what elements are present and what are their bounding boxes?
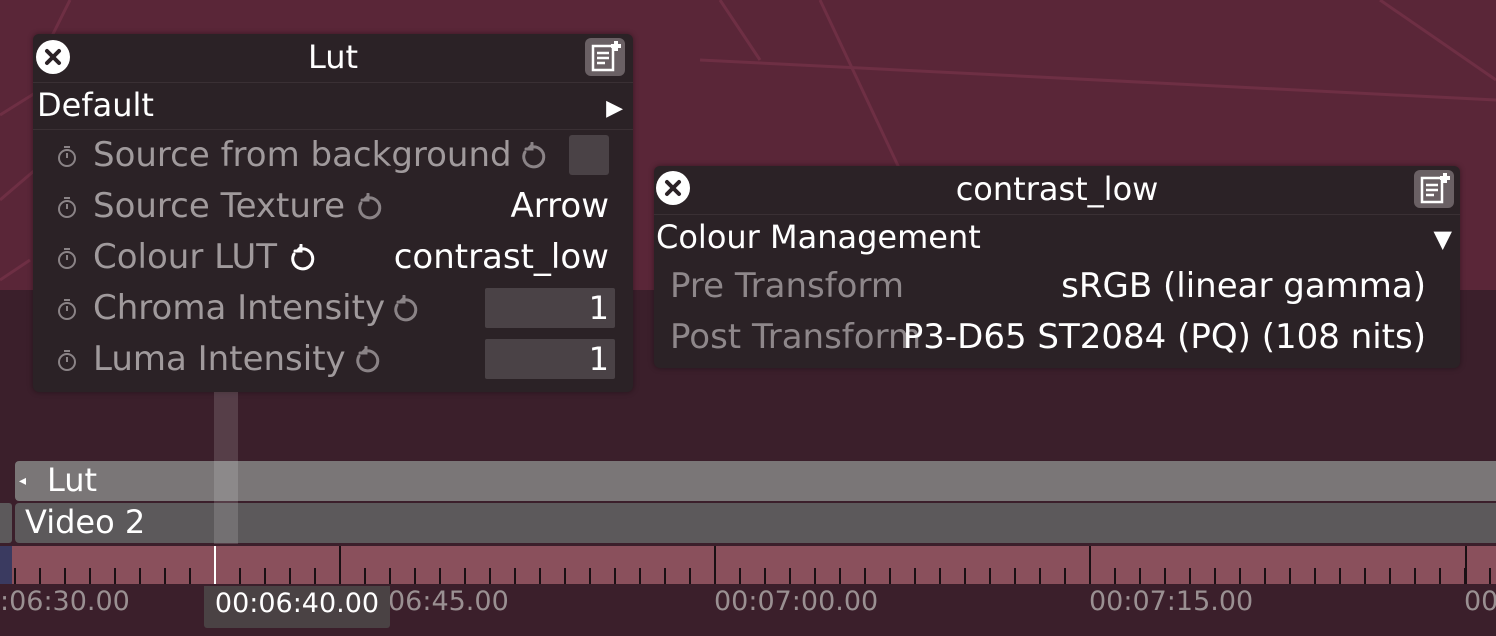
- section-default[interactable]: Default ▶: [33, 83, 633, 130]
- collapse-arrow-icon[interactable]: ▶: [606, 96, 623, 121]
- add-note-icon[interactable]: [585, 38, 625, 76]
- prop-chroma-intensity: Chroma Intensity 1: [33, 283, 633, 334]
- reset-icon[interactable]: [353, 193, 383, 223]
- reset-icon[interactable]: [389, 295, 419, 325]
- prop-colour-lut: Colour LUT contrast_low: [33, 232, 633, 283]
- pre-transform-value[interactable]: sRGB (linear gamma): [1061, 261, 1426, 311]
- track-label: Video 2: [25, 503, 146, 541]
- add-note-icon[interactable]: [1414, 170, 1454, 208]
- playhead-column: [214, 392, 238, 544]
- ruler-ticks: [14, 546, 1491, 584]
- expand-arrow-icon[interactable]: ▼: [1434, 225, 1452, 253]
- panel-title: Lut: [307, 38, 359, 76]
- lut-file-panel: contrast_low Colour Management ▼ Pre Tra…: [654, 166, 1460, 368]
- prop-pre-transform: Pre Transform sRGB (linear gamma): [654, 261, 1460, 312]
- reset-icon[interactable]: [286, 244, 316, 274]
- playhead-time-badge: 00:06:40.00: [204, 586, 390, 628]
- panel-title: contrast_low: [955, 170, 1159, 208]
- track-video-2-stub: [0, 503, 12, 543]
- chroma-intensity-field[interactable]: 1: [485, 288, 615, 328]
- prop-label: Post Transform: [670, 317, 922, 357]
- luma-intensity-field[interactable]: 1: [485, 339, 615, 379]
- prop-label: Pre Transform: [670, 266, 904, 306]
- keyframe-timer-icon[interactable]: [55, 195, 79, 219]
- lut-inspector-panel: Lut Default ▶ Source from background Sou…: [33, 34, 633, 392]
- prop-post-transform: Post Transform P3-D65 ST2084 (PQ) (108 n…: [654, 312, 1460, 363]
- section-label: Default: [37, 86, 154, 124]
- timeline-ruler[interactable]: [0, 546, 1496, 584]
- keyframe-timer-icon[interactable]: [55, 348, 79, 372]
- prop-label: Luma Intensity: [93, 339, 346, 379]
- panel-header: Lut: [33, 34, 633, 83]
- prop-label: Colour LUT: [93, 237, 278, 277]
- reset-icon[interactable]: [517, 142, 547, 172]
- prop-source-texture: Source Texture Arrow: [33, 181, 633, 232]
- source-texture-value[interactable]: Arrow: [511, 181, 609, 231]
- time-label: 00:07:15.00: [1089, 586, 1254, 617]
- section-colour-management[interactable]: Colour Management ▼: [654, 215, 1460, 261]
- time-label: :06:30.00: [0, 586, 130, 617]
- time-label: 00: [1464, 586, 1496, 617]
- prop-luma-intensity: Luma Intensity 1: [33, 334, 633, 385]
- track-label: Lut: [47, 461, 98, 499]
- source-from-background-checkbox[interactable]: [569, 135, 609, 175]
- keyframe-timer-icon[interactable]: [55, 246, 79, 270]
- prop-label: Source from background: [93, 135, 512, 175]
- prop-label: Source Texture: [93, 186, 346, 226]
- time-label: 06:45.00: [388, 586, 509, 617]
- collapse-left-icon[interactable]: ◂: [19, 471, 26, 491]
- keyframe-timer-icon[interactable]: [55, 297, 79, 321]
- panel-header: contrast_low: [654, 166, 1460, 215]
- section-label: Colour Management: [656, 218, 981, 256]
- keyframe-timer-icon[interactable]: [55, 144, 79, 168]
- reset-icon[interactable]: [351, 346, 381, 376]
- prop-source-from-background: Source from background: [33, 130, 633, 181]
- post-transform-value[interactable]: P3-D65 ST2084 (PQ) (108 nits): [903, 312, 1426, 362]
- playhead-line[interactable]: [214, 546, 216, 584]
- prop-label: Chroma Intensity: [93, 288, 386, 328]
- time-label: 00:07:00.00: [714, 586, 879, 617]
- colour-lut-value[interactable]: contrast_low: [394, 232, 609, 282]
